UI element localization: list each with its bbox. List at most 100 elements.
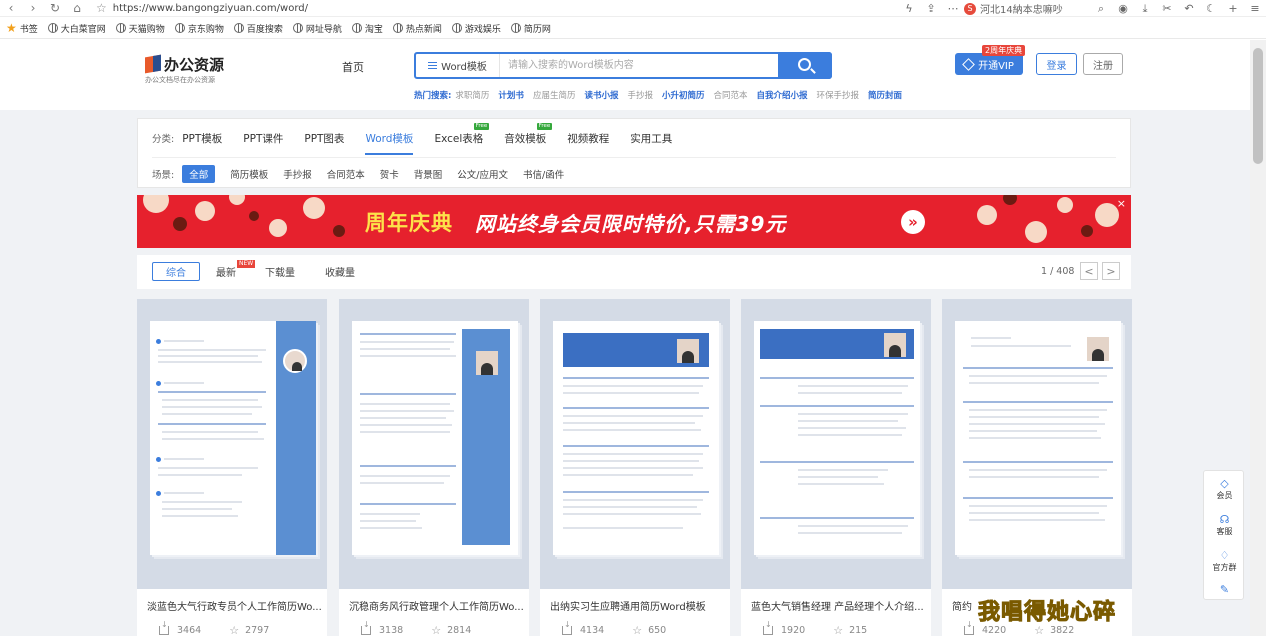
- scene-document[interactable]: 公文/应用文: [457, 166, 508, 182]
- search-icon[interactable]: ⌕: [1090, 0, 1112, 17]
- bookmark-item[interactable]: 简历网: [510, 22, 551, 35]
- hot-search-link[interactable]: 小升初简历: [662, 89, 705, 101]
- float-group[interactable]: ♢ 官方群: [1204, 549, 1245, 573]
- template-card[interactable]: 沉稳商务风行政管理个人工作简历Wo... 3138 ☆ 2814: [339, 299, 529, 636]
- bookmark-item[interactable]: 淘宝: [351, 22, 383, 35]
- template-card[interactable]: 蓝色大气销售经理 产品经理个人介绍... 1920 ☆ 215: [741, 299, 931, 636]
- bookmark-folder[interactable]: ★ 书签: [6, 21, 38, 35]
- scissors-icon[interactable]: ✂: [1156, 0, 1178, 17]
- login-button[interactable]: 登录: [1036, 53, 1077, 75]
- browser-search-box[interactable]: S 河北14納本忠嘛吵: [964, 1, 1082, 16]
- forward-icon[interactable]: ›: [22, 0, 44, 17]
- moon-icon[interactable]: ☾: [1200, 0, 1222, 17]
- scene-resume[interactable]: 简历模板: [230, 166, 268, 182]
- hot-search-link[interactable]: 求职简历: [455, 89, 489, 101]
- bookmark-item[interactable]: 游戏娱乐: [451, 22, 501, 35]
- category-word-template[interactable]: Word模板: [365, 131, 414, 155]
- template-card[interactable]: 简约 4220 ☆ 3822: [942, 299, 1132, 636]
- chevron-right-icon[interactable]: »: [901, 210, 925, 234]
- category-sound[interactable]: 音效模板 Free: [504, 122, 553, 146]
- star-icon[interactable]: ☆: [833, 624, 843, 636]
- more-icon[interactable]: ⋯: [942, 0, 964, 17]
- register-button[interactable]: 注册: [1083, 53, 1123, 75]
- card-title[interactable]: 蓝色大气销售经理 产品经理个人介绍...: [751, 598, 929, 613]
- template-card[interactable]: 出纳实习生应聘通用简历Word模板 4134 ☆ 650: [540, 299, 730, 636]
- sort-downloads[interactable]: 下载量: [265, 264, 295, 279]
- bookmark-item[interactable]: 大白菜官网: [47, 22, 106, 35]
- template-thumbnail[interactable]: [339, 299, 529, 589]
- bookmark-item[interactable]: 百度搜索: [233, 22, 283, 35]
- search-input[interactable]: [508, 57, 774, 74]
- menu-icon: [428, 62, 438, 69]
- reload-icon[interactable]: ↻: [44, 0, 66, 17]
- hot-search-link[interactable]: 读书小报: [584, 89, 618, 101]
- floating-service-bar: ◇ 会员 ☊ 客服 ♢ 官方群 ✎: [1203, 470, 1244, 600]
- bookmark-item[interactable]: 京东购物: [174, 22, 224, 35]
- bookmark-star-icon[interactable]: ☆: [96, 1, 107, 15]
- scene-card[interactable]: 贺卡: [380, 166, 399, 182]
- hot-search-link[interactable]: 计划书: [498, 89, 524, 101]
- back-icon[interactable]: ‹: [0, 0, 22, 17]
- hot-search-link[interactable]: 环保手抄报: [817, 89, 860, 101]
- scene-all[interactable]: 全部: [182, 165, 216, 183]
- sort-favorites[interactable]: 收藏量: [325, 264, 355, 279]
- lightning-icon[interactable]: ϟ: [898, 0, 920, 17]
- bookmark-item[interactable]: 网址导航: [292, 22, 342, 35]
- bookmark-item[interactable]: 热点新闻: [392, 22, 442, 35]
- card-title[interactable]: 沉稳商务风行政管理个人工作简历Wo...: [349, 598, 527, 613]
- float-edit[interactable]: ✎: [1204, 583, 1245, 596]
- scene-contract[interactable]: 合同范本: [327, 166, 365, 182]
- vip-button[interactable]: 开通VIP: [955, 53, 1023, 75]
- hot-search-link[interactable]: 合同范本: [714, 89, 748, 101]
- page-scrollbar[interactable]: [1250, 40, 1266, 636]
- undo-icon[interactable]: ↶: [1178, 0, 1200, 17]
- scene-handwritten[interactable]: 手抄报: [283, 166, 312, 182]
- template-thumbnail[interactable]: [540, 299, 730, 589]
- new-tab-icon[interactable]: +: [1222, 0, 1244, 17]
- category-ppt-template[interactable]: PPT模板: [182, 131, 222, 146]
- category-ppt-courseware[interactable]: PPT课件: [243, 131, 283, 146]
- search-category-select[interactable]: Word模板: [416, 54, 500, 77]
- template-thumbnail[interactable]: [137, 299, 327, 589]
- sort-newest[interactable]: 最新: [216, 264, 236, 279]
- free-badge: Free: [473, 122, 490, 130]
- search-button[interactable]: [778, 52, 832, 79]
- promo-banner[interactable]: 周年庆典 网站终身会员限时特价,只需39元 » ×: [137, 195, 1131, 248]
- download-icon[interactable]: ⤓: [1134, 0, 1156, 17]
- float-vip[interactable]: ◇ 会员: [1204, 477, 1245, 501]
- scene-letter[interactable]: 书信/函件: [523, 166, 564, 182]
- bell-icon: ♢: [1219, 549, 1230, 562]
- template-card[interactable]: 淡蓝色大气行政专员个人工作简历Wo... 3464 ☆ 2797: [137, 299, 327, 636]
- game-icon[interactable]: ◉: [1112, 0, 1134, 17]
- hot-search-link[interactable]: 简历封面: [868, 89, 902, 101]
- template-thumbnail[interactable]: [942, 299, 1132, 589]
- prev-page-button[interactable]: <: [1080, 262, 1098, 280]
- category-excel[interactable]: Excel表格 Free: [434, 122, 490, 146]
- category-tools[interactable]: 实用工具: [630, 131, 672, 146]
- star-icon[interactable]: ☆: [229, 624, 239, 636]
- scrollbar-thumb[interactable]: [1253, 48, 1263, 164]
- favorite-count: 2814: [447, 625, 472, 636]
- bookmark-item[interactable]: 天猫购物: [115, 22, 165, 35]
- card-title[interactable]: 出纳实习生应聘通用简历Word模板: [550, 598, 728, 613]
- template-thumbnail[interactable]: [741, 299, 931, 589]
- close-icon[interactable]: ×: [1117, 197, 1126, 210]
- star-icon[interactable]: ☆: [431, 624, 441, 636]
- address-bar[interactable]: ☆ https://www.bangongziyuan.com/word/: [96, 1, 308, 16]
- site-logo[interactable]: 办公资源 办公文档尽在办公资源: [145, 54, 224, 84]
- category-video[interactable]: 视频教程: [567, 131, 609, 146]
- home-icon[interactable]: ⌂: [66, 0, 88, 17]
- hot-search-link[interactable]: 手抄报: [627, 89, 653, 101]
- category-ppt-chart[interactable]: PPT图表: [304, 131, 344, 146]
- star-icon[interactable]: ☆: [632, 624, 642, 636]
- nav-home[interactable]: 首页: [342, 59, 364, 75]
- scene-background[interactable]: 背景图: [414, 166, 443, 182]
- hot-search-link[interactable]: 自我介绍小报: [757, 89, 808, 101]
- hot-search-link[interactable]: 应届生简历: [533, 89, 576, 101]
- card-title[interactable]: 淡蓝色大气行政专员个人工作简历Wo...: [147, 598, 325, 613]
- menu-icon[interactable]: ≡: [1244, 0, 1266, 17]
- share-icon[interactable]: ⇪: [920, 0, 942, 17]
- float-service[interactable]: ☊ 客服: [1204, 513, 1245, 537]
- sort-comprehensive[interactable]: 综合: [152, 262, 200, 281]
- next-page-button[interactable]: >: [1102, 262, 1120, 280]
